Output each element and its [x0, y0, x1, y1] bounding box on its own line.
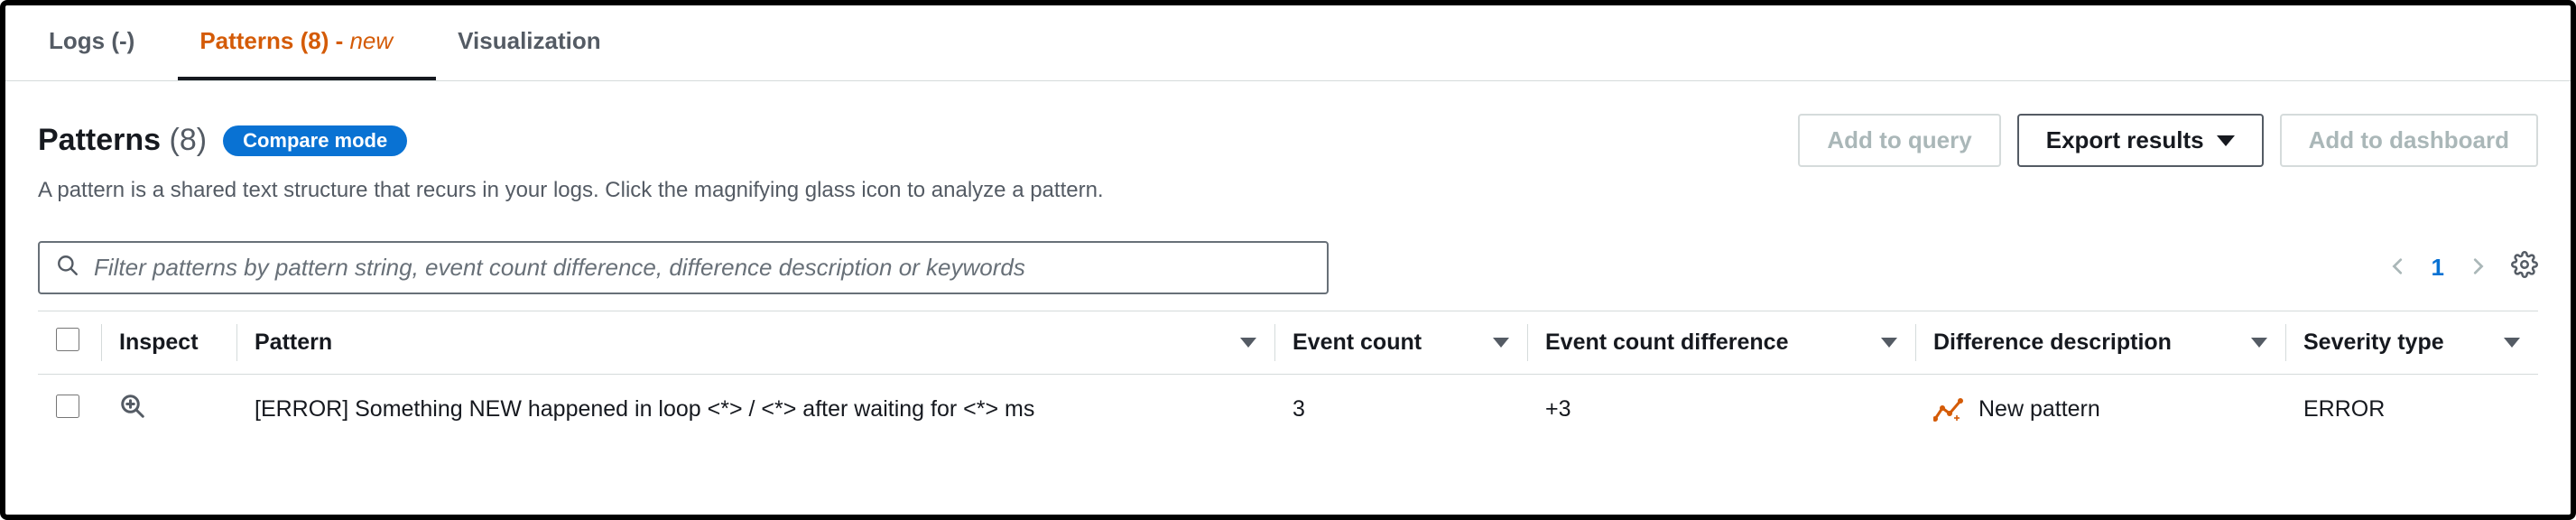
filter-input-wrap[interactable]	[38, 241, 1329, 294]
cell-severity: ERROR	[2285, 375, 2538, 445]
col-diff-desc-label: Difference description	[1933, 330, 2172, 356]
col-event-count-diff[interactable]: Event count difference	[1527, 311, 1915, 375]
compare-mode-badge[interactable]: Compare mode	[223, 125, 407, 156]
row-checkbox[interactable]	[56, 395, 79, 418]
new-pattern-icon	[1933, 397, 1964, 422]
tab-visualization[interactable]: Visualization	[436, 5, 644, 80]
next-page-button[interactable]	[2468, 253, 2488, 283]
table-row: [ERROR] Something NEW happened in loop <…	[38, 375, 2538, 445]
sort-caret-icon	[2504, 338, 2520, 348]
pagination: 1	[2388, 251, 2538, 284]
add-to-dashboard-label: Add to dashboard	[2309, 126, 2509, 154]
col-event-count[interactable]: Event count	[1274, 311, 1527, 375]
inspect-magnify-icon[interactable]	[119, 393, 146, 420]
page-title-count: (8)	[170, 123, 208, 157]
col-pattern-label: Pattern	[255, 330, 332, 356]
add-to-dashboard-button[interactable]: Add to dashboard	[2280, 114, 2538, 167]
filter-row: 1	[5, 225, 2571, 311]
settings-gear-icon[interactable]	[2511, 251, 2538, 284]
action-buttons: Add to query Export results Add to dashb…	[1798, 114, 2538, 167]
col-severity-label: Severity type	[2303, 330, 2444, 356]
export-results-button[interactable]: Export results	[2017, 114, 2264, 167]
sort-caret-icon	[2251, 338, 2267, 348]
add-to-query-button[interactable]: Add to query	[1798, 114, 2000, 167]
cell-diff-desc: New pattern	[1978, 396, 2100, 422]
tab-patterns-new: new	[349, 27, 393, 54]
tab-logs[interactable]: Logs (-)	[27, 5, 178, 80]
sort-caret-icon	[1240, 338, 1256, 348]
cell-event-count-diff: +3	[1527, 375, 1915, 445]
col-inspect-label: Inspect	[119, 330, 199, 356]
col-event-count-label: Event count	[1293, 330, 1422, 356]
col-severity[interactable]: Severity type	[2285, 311, 2538, 375]
cell-pattern: [ERROR] Something NEW happened in loop <…	[236, 375, 1274, 445]
tab-visualization-label: Visualization	[458, 27, 600, 54]
tab-patterns-label: Patterns (8) -	[199, 27, 349, 54]
prev-page-button[interactable]	[2388, 253, 2408, 283]
sort-caret-icon	[1881, 338, 1897, 348]
page-title: Patterns (8)	[38, 123, 207, 158]
col-checkbox	[38, 311, 101, 375]
col-diff-desc[interactable]: Difference description	[1915, 311, 2285, 375]
tab-patterns[interactable]: Patterns (8) - new	[178, 5, 436, 80]
page-title-text: Patterns	[38, 123, 161, 157]
col-inspect[interactable]: Inspect	[101, 311, 236, 375]
sort-caret-icon	[1493, 338, 1509, 348]
description: A pattern is a shared text structure tha…	[5, 178, 2571, 225]
col-event-count-diff-label: Event count difference	[1545, 330, 1789, 356]
title-area: Patterns (8) Compare mode Add to query E…	[5, 81, 2571, 178]
tab-logs-label: Logs (-)	[49, 27, 134, 54]
patterns-table: Inspect Pattern Event count Event count …	[5, 311, 2571, 444]
cell-event-count: 3	[1274, 375, 1527, 445]
caret-down-icon	[2217, 135, 2235, 146]
select-all-checkbox[interactable]	[56, 328, 79, 351]
export-results-label: Export results	[2046, 126, 2204, 154]
col-pattern[interactable]: Pattern	[236, 311, 1274, 375]
search-icon	[56, 254, 79, 282]
page-number: 1	[2432, 254, 2444, 282]
tabs-bar: Logs (-) Patterns (8) - new Visualizatio…	[5, 5, 2571, 81]
filter-input[interactable]	[94, 254, 1311, 282]
add-to-query-label: Add to query	[1827, 126, 1971, 154]
